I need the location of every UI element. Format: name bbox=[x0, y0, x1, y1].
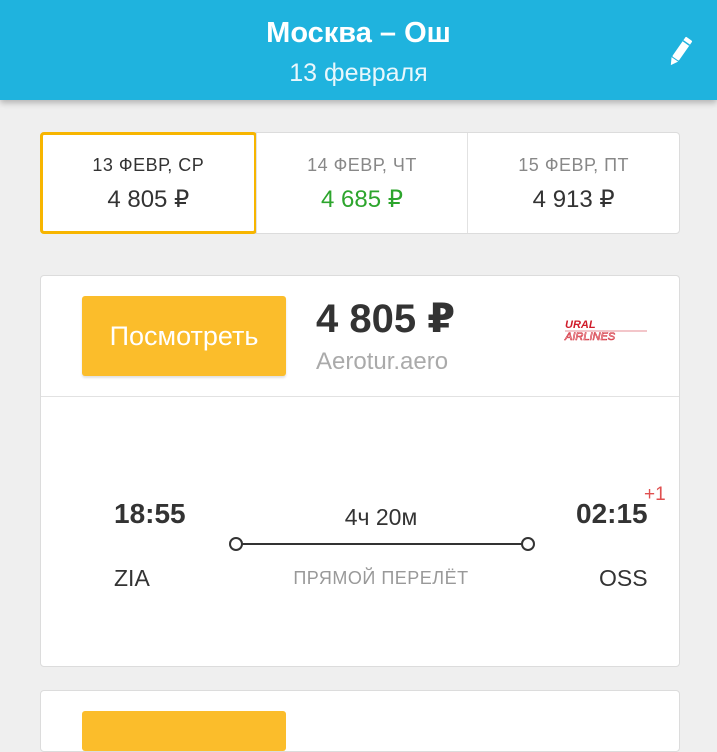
edit-search-button[interactable] bbox=[665, 34, 695, 70]
flight-type: ПРЯМОЙ ПЕРЕЛЁТ bbox=[293, 568, 469, 588]
arrival-airport-code: OSS bbox=[599, 565, 648, 591]
app-header: Москва – Ош 13 февраля bbox=[0, 0, 717, 100]
flight-offer-card[interactable]: Посмотреть 4 805 ₽ Aerotur.aero URAL AIR… bbox=[40, 275, 680, 667]
arrival-time: 02:15 bbox=[576, 498, 648, 529]
route-date: 13 февраля bbox=[289, 59, 428, 87]
date-label: 14 ФЕВР, ЧТ bbox=[307, 155, 417, 175]
logo-line2: AIRLINES bbox=[564, 331, 616, 343]
date-price: 4 913 ₽ bbox=[532, 186, 615, 213]
date-option[interactable]: 14 ФЕВР, ЧТ 4 685 ₽ bbox=[255, 133, 468, 233]
date-price: 4 805 ₽ bbox=[107, 186, 190, 213]
departure-time: 18:55 bbox=[114, 498, 186, 529]
date-label: 13 ФЕВР, СР bbox=[92, 155, 205, 175]
logo-line1: URAL bbox=[565, 319, 596, 331]
departure-dot bbox=[229, 537, 243, 551]
view-offer-button[interactable]: Посмотреть bbox=[82, 296, 286, 376]
date-selector: 13 ФЕВР, СР 4 805 ₽ 14 ФЕВР, ЧТ 4 685 ₽ … bbox=[40, 132, 680, 234]
arrival-dot bbox=[521, 537, 535, 551]
departure-airport-code: ZIA bbox=[114, 565, 150, 591]
route-title: Москва – Ош bbox=[266, 17, 451, 49]
offer-header: Посмотреть 4 805 ₽ Aerotur.aero URAL AIR… bbox=[41, 276, 679, 397]
ural-airlines-logo: URAL AIRLINES bbox=[564, 319, 647, 343]
agency-name: Aerotur.aero bbox=[316, 348, 449, 375]
route-line bbox=[229, 537, 535, 551]
date-option[interactable]: 15 ФЕВР, ПТ 4 913 ₽ bbox=[467, 133, 679, 233]
view-offer-button-next[interactable] bbox=[82, 711, 286, 751]
date-label: 15 ФЕВР, ПТ bbox=[518, 155, 630, 175]
flight-duration: 4ч 20м bbox=[344, 504, 418, 530]
arrival-day-offset: +1 bbox=[644, 484, 666, 505]
date-option-selected[interactable]: 13 ФЕВР, СР 4 805 ₽ bbox=[40, 132, 257, 234]
pencil-icon bbox=[670, 36, 693, 66]
offer-price: 4 805 ₽ bbox=[316, 297, 456, 341]
flight-offer-card-next[interactable] bbox=[40, 690, 680, 752]
date-price-cheapest: 4 685 ₽ bbox=[321, 186, 403, 213]
